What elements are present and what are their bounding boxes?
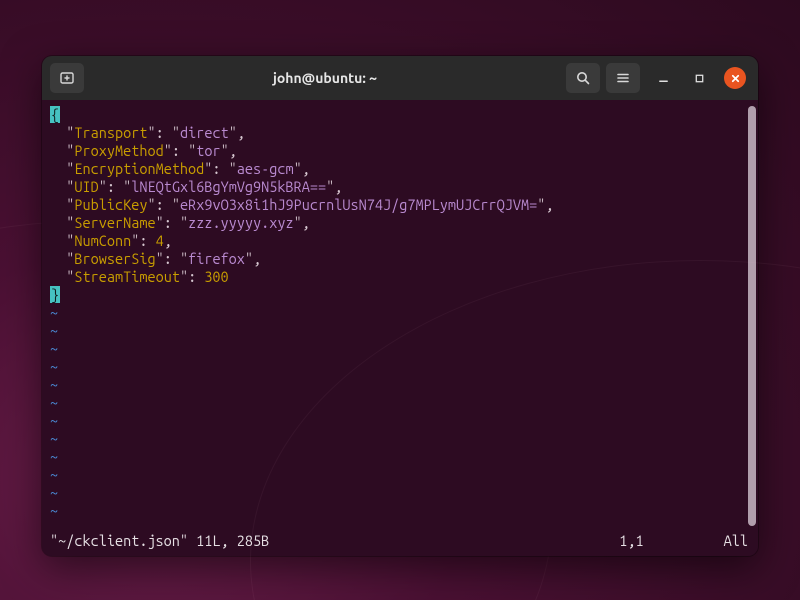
window-title: john@ubuntu: ~ [90, 70, 560, 86]
search-button[interactable] [566, 63, 600, 93]
json-entry-7: "BrowserSig": "firefox", [50, 250, 748, 268]
hamburger-icon [615, 70, 631, 86]
json-open-brace: { [50, 106, 748, 124]
new-tab-button[interactable] [50, 63, 84, 93]
status-percent: All [724, 532, 748, 550]
vim-tilde: ~ [50, 466, 748, 484]
minimize-button[interactable] [652, 67, 674, 89]
json-entry-8: "StreamTimeout": 300 [50, 268, 748, 286]
vim-tilde: ~ [50, 484, 748, 502]
vim-tilde: ~ [50, 448, 748, 466]
vim-tilde: ~ [50, 412, 748, 430]
minimize-icon [658, 73, 669, 84]
titlebar: john@ubuntu: ~ [42, 56, 758, 100]
vim-tilde: ~ [50, 304, 748, 322]
scrollbar[interactable] [748, 106, 756, 526]
new-tab-icon [59, 70, 75, 86]
json-entry-6: "NumConn": 4, [50, 232, 748, 250]
close-icon [730, 73, 741, 84]
json-entry-4: "PublicKey": "eRx9vO3x8i1hJ9PucrnlUsN74J… [50, 196, 748, 214]
json-entry-3: "UID": "lNEQtGxl6BgYmVg9N5kBRA==", [50, 178, 748, 196]
vim-statusbar: "~/ckclient.json" 11L, 285B 1,1 All [50, 532, 748, 550]
vim-tilde: ~ [50, 430, 748, 448]
vim-tilde: ~ [50, 358, 748, 376]
maximize-icon [694, 73, 705, 84]
editor-content: { "Transport": "direct", "ProxyMethod": … [50, 106, 748, 520]
terminal-window: john@ubuntu: ~ [42, 56, 758, 556]
json-entry-0: "Transport": "direct", [50, 124, 748, 142]
vim-tilde: ~ [50, 340, 748, 358]
vim-tilde: ~ [50, 394, 748, 412]
json-entry-5: "ServerName": "zzz.yyyyy.xyz", [50, 214, 748, 232]
status-cursor-pos: 1,1 [619, 532, 643, 550]
status-file-info: "~/ckclient.json" 11L, 285B [50, 532, 269, 550]
json-entry-2: "EncryptionMethod": "aes-gcm", [50, 160, 748, 178]
maximize-button[interactable] [688, 67, 710, 89]
menu-button[interactable] [606, 63, 640, 93]
search-icon [575, 70, 591, 86]
json-close-brace: } [50, 286, 748, 304]
vim-tilde: ~ [50, 322, 748, 340]
vim-tilde: ~ [50, 502, 748, 520]
window-controls [652, 67, 746, 89]
json-entry-1: "ProxyMethod": "tor", [50, 142, 748, 160]
terminal-body[interactable]: { "Transport": "direct", "ProxyMethod": … [42, 100, 758, 556]
vim-tilde: ~ [50, 376, 748, 394]
close-button[interactable] [724, 67, 746, 89]
